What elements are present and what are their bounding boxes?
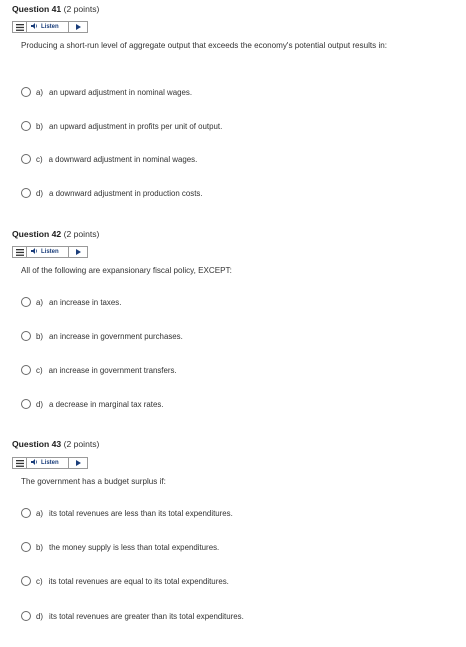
option-letter: c)	[36, 576, 43, 586]
option-text: a downward adjustment in production cost…	[49, 188, 203, 198]
radio-button[interactable]	[21, 188, 31, 198]
question-prompt: Producing a short-run level of aggregate…	[21, 41, 387, 50]
answer-option-c[interactable]: c) an increase in government transfers.	[21, 363, 177, 377]
menu-icon[interactable]	[13, 22, 27, 32]
speaker-icon	[31, 248, 38, 256]
listen-button[interactable]: Listen	[27, 247, 69, 257]
radio-button[interactable]	[21, 297, 31, 307]
answer-option-a[interactable]: a) an increase in taxes.	[21, 295, 121, 309]
option-text: an increase in government transfers.	[48, 365, 177, 375]
answer-option-d[interactable]: d) a decrease in marginal tax rates.	[21, 397, 164, 411]
radio-button[interactable]	[21, 121, 31, 131]
option-text: its total revenues are greater than its …	[49, 611, 244, 621]
option-letter: b)	[36, 331, 44, 341]
radio-button[interactable]	[21, 87, 31, 97]
answer-option-c[interactable]: c) a downward adjustment in nominal wage…	[21, 152, 197, 166]
question-title: Question 41	[12, 4, 62, 14]
play-icon[interactable]	[69, 22, 87, 32]
option-letter: d)	[36, 611, 44, 621]
answer-option-b[interactable]: b) an increase in government purchases.	[21, 329, 183, 343]
option-text: an upward adjustment in profits per unit…	[49, 121, 223, 131]
listen-label: Listen	[41, 460, 59, 466]
option-letter: b)	[36, 121, 44, 131]
question-header: Question 42 (2 points)	[12, 229, 99, 239]
radio-button[interactable]	[21, 154, 31, 164]
option-text: an increase in government purchases.	[49, 331, 183, 341]
option-letter: b)	[36, 542, 44, 552]
option-text: an upward adjustment in nominal wages.	[49, 87, 193, 97]
question-points: (2 points)	[63, 229, 100, 239]
listen-button[interactable]: Listen	[27, 458, 69, 468]
answer-option-b[interactable]: b) an upward adjustment in profits per u…	[21, 119, 222, 133]
answer-option-d[interactable]: d) its total revenues are greater than i…	[21, 609, 244, 623]
question-title: Question 43	[12, 439, 62, 449]
question-header: Question 41 (2 points)	[12, 4, 99, 14]
option-letter: d)	[36, 399, 44, 409]
radio-button[interactable]	[21, 508, 31, 518]
radio-button[interactable]	[21, 399, 31, 409]
question-header: Question 43 (2 points)	[12, 439, 99, 449]
speaker-icon	[31, 459, 38, 467]
answer-option-c[interactable]: c) its total revenues are equal to its t…	[21, 574, 229, 588]
listen-button[interactable]: Listen	[27, 22, 69, 32]
question-points: (2 points)	[63, 439, 100, 449]
option-letter: d)	[36, 188, 44, 198]
question-prompt: The government has a budget surplus if:	[21, 477, 166, 486]
answer-option-d[interactable]: d) a downward adjustment in production c…	[21, 186, 203, 200]
option-text: its total revenues are less than its tot…	[49, 508, 233, 518]
listen-toolbar: Listen	[12, 246, 88, 258]
answer-option-a[interactable]: a) an upward adjustment in nominal wages…	[21, 85, 192, 99]
radio-button[interactable]	[21, 611, 31, 621]
menu-icon[interactable]	[13, 247, 27, 257]
question-title: Question 42	[12, 229, 62, 239]
option-letter: c)	[36, 154, 43, 164]
option-text: a decrease in marginal tax rates.	[49, 399, 164, 409]
option-text: the money supply is less than total expe…	[49, 542, 220, 552]
answer-option-b[interactable]: b) the money supply is less than total e…	[21, 540, 219, 554]
question-points: (2 points)	[63, 4, 100, 14]
speaker-icon	[31, 23, 38, 31]
listen-label: Listen	[41, 24, 59, 30]
question-prompt: All of the following are expansionary fi…	[21, 266, 232, 275]
listen-toolbar: Listen	[12, 21, 88, 33]
listen-label: Listen	[41, 249, 59, 255]
play-icon[interactable]	[69, 247, 87, 257]
option-letter: a)	[36, 87, 44, 97]
radio-button[interactable]	[21, 331, 31, 341]
option-letter: a)	[36, 508, 44, 518]
option-letter: a)	[36, 297, 44, 307]
option-text: its total revenues are equal to its tota…	[48, 576, 229, 586]
radio-button[interactable]	[21, 576, 31, 586]
radio-button[interactable]	[21, 365, 31, 375]
radio-button[interactable]	[21, 542, 31, 552]
play-icon[interactable]	[69, 458, 87, 468]
menu-icon[interactable]	[13, 458, 27, 468]
answer-option-a[interactable]: a) its total revenues are less than its …	[21, 506, 233, 520]
option-text: an increase in taxes.	[49, 297, 122, 307]
option-text: a downward adjustment in nominal wages.	[48, 154, 198, 164]
option-letter: c)	[36, 365, 43, 375]
listen-toolbar: Listen	[12, 457, 88, 469]
